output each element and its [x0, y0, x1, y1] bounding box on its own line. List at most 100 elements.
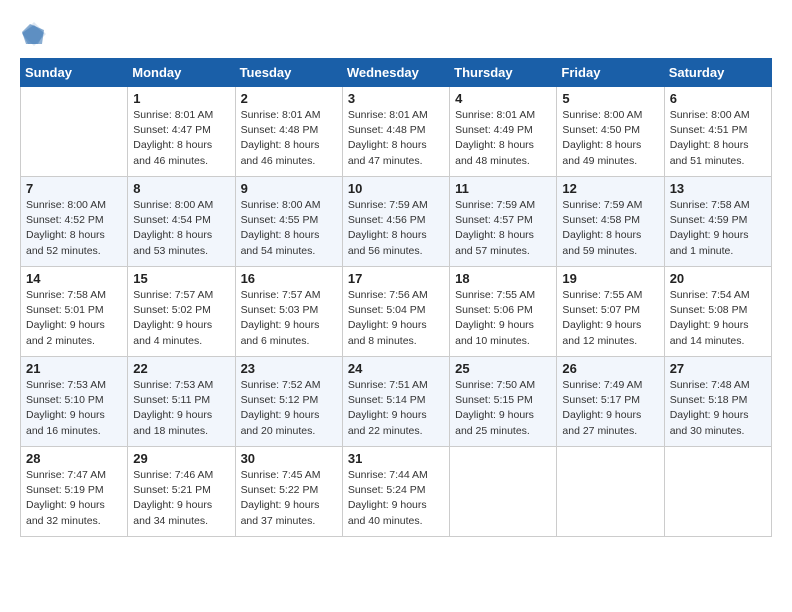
day-number: 25 [455, 361, 551, 376]
calendar-cell: 26Sunrise: 7:49 AMSunset: 5:17 PMDayligh… [557, 357, 664, 447]
day-number: 16 [241, 271, 337, 286]
calendar-cell: 20 Sunrise: 7:54 AMSunset: 5:08 PMDayligh… [664, 267, 771, 357]
column-header-tuesday: Tuesday [235, 59, 342, 87]
day-number: 6 [670, 91, 766, 106]
calendar-cell: 2Sunrise: 8:01 AMSunset: 4:48 PMDaylight… [235, 87, 342, 177]
day-number: 14 [26, 271, 122, 286]
calendar-week-row: 7Sunrise: 8:00 AMSunset: 4:52 PMDaylight… [21, 177, 772, 267]
day-number: 13 [670, 181, 766, 196]
calendar-cell: 3 Sunrise: 8:01 AMSunset: 4:48 PMDaylight… [342, 87, 449, 177]
day-info: Sunrise: 8:00 AMSunset: 4:52 PMDaylight:… [26, 198, 122, 259]
calendar-week-row: 1 Sunrise: 8:01 AMSunset: 4:47 PMDaylight… [21, 87, 772, 177]
day-number: 24 [348, 361, 444, 376]
column-header-saturday: Saturday [664, 59, 771, 87]
calendar-cell: 12 Sunrise: 7:59 AMSunset: 4:58 PMDayligh… [557, 177, 664, 267]
logo-icon [20, 20, 48, 48]
day-info: Sunrise: 7:49 AMSunset: 5:17 PMDaylight:… [562, 378, 658, 439]
day-info: Sunrise: 7:46 AMSunset: 5:21 PMDaylight:… [133, 468, 229, 529]
column-header-friday: Friday [557, 59, 664, 87]
day-info: Sunrise: 7:57 AMSunset: 5:02 PMDaylight:… [133, 288, 229, 349]
calendar-cell: 15 Sunrise: 7:57 AMSunset: 5:02 PMDayligh… [128, 267, 235, 357]
day-info: Sunrise: 7:45 AMSunset: 5:22 PMDaylight:… [241, 468, 337, 529]
day-number: 18 [455, 271, 551, 286]
calendar-cell: 7Sunrise: 8:00 AMSunset: 4:52 PMDaylight… [21, 177, 128, 267]
day-info: Sunrise: 7:51 AMSunset: 5:14 PMDaylight:… [348, 378, 444, 439]
day-number: 9 [241, 181, 337, 196]
calendar-cell: 10Sunrise: 7:59 AMSunset: 4:56 PMDayligh… [342, 177, 449, 267]
calendar-cell [557, 447, 664, 537]
day-number: 31 [348, 451, 444, 466]
day-number: 8 [133, 181, 229, 196]
day-info: Sunrise: 7:56 AMSunset: 5:04 PMDaylight:… [348, 288, 444, 349]
calendar-cell: 5 Sunrise: 8:00 AMSunset: 4:50 PMDaylight… [557, 87, 664, 177]
calendar-cell: 6 Sunrise: 8:00 AMSunset: 4:51 PMDaylight… [664, 87, 771, 177]
day-number: 17 [348, 271, 444, 286]
calendar-cell [664, 447, 771, 537]
calendar-cell: 24 Sunrise: 7:51 AMSunset: 5:14 PMDayligh… [342, 357, 449, 447]
day-info: Sunrise: 7:55 AMSunset: 5:06 PMDaylight:… [455, 288, 551, 349]
day-info: Sunrise: 7:44 AMSunset: 5:24 PMDaylight:… [348, 468, 444, 529]
calendar-cell: 8 Sunrise: 8:00 AMSunset: 4:54 PMDaylight… [128, 177, 235, 267]
calendar-cell [450, 447, 557, 537]
day-info: Sunrise: 7:47 AMSunset: 5:19 PMDaylight:… [26, 468, 122, 529]
day-info: Sunrise: 7:53 AMSunset: 5:11 PMDaylight:… [133, 378, 229, 439]
day-info: Sunrise: 7:52 AMSunset: 5:12 PMDaylight:… [241, 378, 337, 439]
calendar-cell: 30Sunrise: 7:45 AMSunset: 5:22 PMDayligh… [235, 447, 342, 537]
calendar-week-row: 28 Sunrise: 7:47 AMSunset: 5:19 PMDayligh… [21, 447, 772, 537]
day-info: Sunrise: 8:01 AMSunset: 4:47 PMDaylight:… [133, 108, 229, 169]
day-number: 1 [133, 91, 229, 106]
day-info: Sunrise: 7:55 AMSunset: 5:07 PMDaylight:… [562, 288, 658, 349]
day-number: 10 [348, 181, 444, 196]
calendar-cell: 23 Sunrise: 7:52 AMSunset: 5:12 PMDayligh… [235, 357, 342, 447]
day-info: Sunrise: 8:00 AMSunset: 4:55 PMDaylight:… [241, 198, 337, 259]
calendar-cell: 22Sunrise: 7:53 AMSunset: 5:11 PMDayligh… [128, 357, 235, 447]
day-number: 23 [241, 361, 337, 376]
calendar-cell: 1 Sunrise: 8:01 AMSunset: 4:47 PMDaylight… [128, 87, 235, 177]
day-info: Sunrise: 8:00 AMSunset: 4:54 PMDaylight:… [133, 198, 229, 259]
page-header [20, 20, 772, 48]
day-number: 3 [348, 91, 444, 106]
logo [20, 20, 52, 48]
day-info: Sunrise: 7:54 AMSunset: 5:08 PMDaylight:… [670, 288, 766, 349]
calendar-cell: 11 Sunrise: 7:59 AMSunset: 4:57 PMDayligh… [450, 177, 557, 267]
calendar-cell: 25 Sunrise: 7:50 AMSunset: 5:15 PMDayligh… [450, 357, 557, 447]
calendar-header: SundayMondayTuesdayWednesdayThursdayFrid… [21, 59, 772, 87]
day-info: Sunrise: 7:50 AMSunset: 5:15 PMDaylight:… [455, 378, 551, 439]
day-info: Sunrise: 7:59 AMSunset: 4:57 PMDaylight:… [455, 198, 551, 259]
day-number: 21 [26, 361, 122, 376]
day-info: Sunrise: 7:53 AMSunset: 5:10 PMDaylight:… [26, 378, 122, 439]
day-number: 28 [26, 451, 122, 466]
day-info: Sunrise: 7:57 AMSunset: 5:03 PMDaylight:… [241, 288, 337, 349]
column-header-thursday: Thursday [450, 59, 557, 87]
day-info: Sunrise: 7:48 AMSunset: 5:18 PMDaylight:… [670, 378, 766, 439]
calendar-table: SundayMondayTuesdayWednesdayThursdayFrid… [20, 58, 772, 537]
column-header-wednesday: Wednesday [342, 59, 449, 87]
calendar-cell: 19Sunrise: 7:55 AMSunset: 5:07 PMDayligh… [557, 267, 664, 357]
day-number: 11 [455, 181, 551, 196]
calendar-cell: 28 Sunrise: 7:47 AMSunset: 5:19 PMDayligh… [21, 447, 128, 537]
calendar-cell: 27 Sunrise: 7:48 AMSunset: 5:18 PMDayligh… [664, 357, 771, 447]
column-header-monday: Monday [128, 59, 235, 87]
day-number: 15 [133, 271, 229, 286]
day-number: 29 [133, 451, 229, 466]
day-number: 12 [562, 181, 658, 196]
calendar-cell [21, 87, 128, 177]
day-number: 20 [670, 271, 766, 286]
day-info: Sunrise: 7:59 AMSunset: 4:58 PMDaylight:… [562, 198, 658, 259]
calendar-cell: 16 Sunrise: 7:57 AMSunset: 5:03 PMDayligh… [235, 267, 342, 357]
day-info: Sunrise: 8:01 AMSunset: 4:49 PMDaylight:… [455, 108, 551, 169]
day-info: Sunrise: 7:58 AMSunset: 4:59 PMDaylight:… [670, 198, 766, 259]
calendar-cell: 31 Sunrise: 7:44 AMSunset: 5:24 PMDayligh… [342, 447, 449, 537]
day-number: 4 [455, 91, 551, 106]
day-info: Sunrise: 8:00 AMSunset: 4:50 PMDaylight:… [562, 108, 658, 169]
calendar-cell: 4 Sunrise: 8:01 AMSunset: 4:49 PMDaylight… [450, 87, 557, 177]
day-number: 27 [670, 361, 766, 376]
day-number: 2 [241, 91, 337, 106]
day-info: Sunrise: 8:00 AMSunset: 4:51 PMDaylight:… [670, 108, 766, 169]
day-number: 5 [562, 91, 658, 106]
calendar-cell: 29 Sunrise: 7:46 AMSunset: 5:21 PMDayligh… [128, 447, 235, 537]
calendar-week-row: 21 Sunrise: 7:53 AMSunset: 5:10 PMDayligh… [21, 357, 772, 447]
calendar-cell: 9 Sunrise: 8:00 AMSunset: 4:55 PMDaylight… [235, 177, 342, 267]
day-info: Sunrise: 8:01 AMSunset: 4:48 PMDaylight:… [348, 108, 444, 169]
calendar-week-row: 14Sunrise: 7:58 AMSunset: 5:01 PMDayligh… [21, 267, 772, 357]
